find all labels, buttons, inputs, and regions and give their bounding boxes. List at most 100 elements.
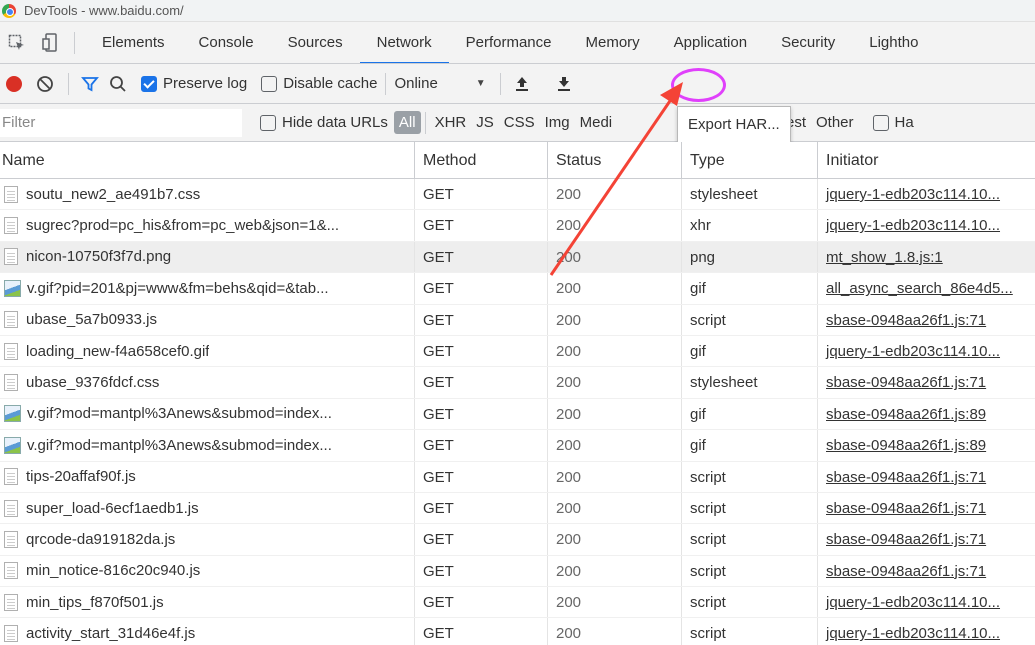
table-row[interactable]: activity_start_31d46e4f.js GET 200 script jq… (0, 618, 1035, 645)
tab-network[interactable]: Network (359, 22, 449, 63)
type-filter-all[interactable]: All (393, 111, 421, 134)
cell-status: 200 (548, 430, 682, 461)
filter-input[interactable]: Filter (0, 108, 242, 137)
cell-initiator[interactable]: sbase-0948aa26f1.js:71 (818, 305, 1035, 335)
request-name: tips-20affaf90f.js (26, 468, 136, 486)
cell-initiator[interactable]: sbase-0948aa26f1.js:71 (818, 524, 1035, 554)
file-icon (4, 530, 18, 548)
hide-data-urls-option[interactable]: Hide data URLs (260, 114, 388, 131)
cell-initiator[interactable]: jquery-1-edb203c114.10... (818, 179, 1035, 209)
table-row[interactable]: v.gif?pid=201&pj=www&fm=behs&qid=&tab...… (0, 273, 1035, 305)
type-filter-other[interactable]: Other (811, 114, 859, 131)
import-har-button[interactable] (509, 71, 535, 97)
tab-console[interactable]: Console (182, 22, 271, 63)
inspect-element-icon[interactable] (4, 30, 30, 56)
cell-initiator[interactable]: mt_show_1.8.js:1 (818, 242, 1035, 272)
type-filter-xhr[interactable]: XHR (430, 114, 472, 131)
column-header-type[interactable]: Type (682, 142, 818, 178)
cell-status: 200 (548, 367, 682, 398)
table-row[interactable]: nicon-10750f3f7d.png GET 200 png mt_show_1.8… (0, 241, 1035, 274)
cell-method: GET (415, 555, 548, 587)
table-row[interactable]: v.gif?mod=mantpl%3Anews&submod=index... G… (0, 398, 1035, 431)
cell-initiator[interactable]: jquery-1-edb203c114.10... (818, 587, 1035, 617)
toolbar-divider (68, 72, 69, 95)
table-row[interactable]: min_tips_f870f501.js GET 200 script jquery-1… (0, 587, 1035, 619)
cell-initiator[interactable]: sbase-0948aa26f1.js:71 (818, 367, 1035, 397)
cell-type: png (682, 241, 818, 273)
throttling-select[interactable]: Online ▼ (394, 75, 485, 92)
tab-performance[interactable]: Performance (449, 22, 569, 63)
column-header-method[interactable]: Method (415, 142, 548, 178)
file-icon (4, 499, 18, 517)
cell-status: 200 (548, 241, 682, 273)
network-toolbar: Preserve log Disable cache Online ▼ (0, 64, 1035, 104)
cell-name: sugrec?prod=pc_his&from=pc_web&json=1&..… (0, 210, 415, 241)
download-icon (557, 76, 570, 91)
cell-status: 200 (548, 618, 682, 645)
cell-initiator[interactable]: jquery-1-edb203c114.10... (818, 210, 1035, 240)
cell-status: 200 (548, 179, 682, 210)
window-title: DevTools - www.baidu.com/ (24, 3, 184, 18)
type-filter-img[interactable]: Img (540, 114, 575, 131)
type-filter-css[interactable]: CSS (499, 114, 540, 131)
cell-initiator[interactable]: all_async_search_86e4d5... (818, 273, 1035, 303)
cell-status: 200 (548, 587, 682, 618)
cell-method: GET (415, 587, 548, 618)
table-row[interactable]: min_notice-816c20c940.js GET 200 script sbas… (0, 555, 1035, 588)
tab-sources[interactable]: Sources (271, 22, 360, 63)
export-har-button[interactable] (551, 71, 577, 97)
table-row[interactable]: qrcode-da919182da.js GET 200 script sbase-09… (0, 524, 1035, 556)
tab-application[interactable]: Application (657, 22, 764, 63)
record-button[interactable] (6, 75, 22, 92)
column-header-initiator[interactable]: Initiator (818, 142, 1035, 178)
tab-security[interactable]: Security (764, 22, 852, 63)
table-row[interactable]: ubase_9376fdcf.css GET 200 stylesheet sbase-… (0, 367, 1035, 399)
table-row[interactable]: tips-20affaf90f.js GET 200 script sbase-0948… (0, 461, 1035, 493)
tab-memory[interactable]: Memory (569, 22, 657, 63)
tab-elements[interactable]: Elements (85, 22, 182, 63)
hide-data-urls-checkbox[interactable] (260, 114, 276, 131)
table-row[interactable]: soutu_new2_ae491b7.css GET 200 stylesheet jq… (0, 179, 1035, 211)
upload-icon (515, 76, 528, 91)
cell-method: GET (415, 398, 548, 430)
cell-initiator[interactable]: sbase-0948aa26f1.js:71 (818, 493, 1035, 523)
disable-cache-checkbox[interactable] (261, 75, 278, 92)
cell-type: xhr (682, 210, 818, 241)
type-filter-media[interactable]: Medi (575, 114, 641, 131)
cell-method: GET (415, 210, 548, 241)
cell-initiator[interactable]: jquery-1-edb203c114.10... (818, 336, 1035, 366)
cell-initiator[interactable]: jquery-1-edb203c114.10... (818, 618, 1035, 645)
cell-method: GET (415, 492, 548, 524)
device-toolbar-icon[interactable] (38, 30, 64, 56)
table-row[interactable]: v.gif?mod=mantpl%3Anews&submod=index... G… (0, 430, 1035, 462)
cell-name: tips-20affaf90f.js (0, 461, 415, 492)
has-blocked-cookies-checkbox[interactable] (872, 114, 889, 131)
column-header-status[interactable]: Status (548, 142, 682, 178)
request-name: qrcode-da919182da.js (26, 531, 176, 548)
cell-initiator[interactable]: sbase-0948aa26f1.js:71 (818, 462, 1035, 492)
column-header-name[interactable]: Name (0, 142, 415, 178)
cell-type: gif (682, 398, 818, 430)
filter-funnel-icon[interactable] (81, 75, 99, 93)
cell-type: script (682, 618, 818, 645)
search-icon[interactable] (109, 75, 127, 93)
table-row[interactable]: ubase_5a7b0933.js GET 200 script sbase-0948a… (0, 304, 1035, 336)
tab-lighthouse[interactable]: Lightho (852, 22, 935, 63)
preserve-log-checkbox[interactable] (141, 75, 157, 92)
cell-type: gif (682, 273, 818, 304)
request-name: v.gif?mod=mantpl%3Anews&submod=index... (27, 436, 332, 454)
request-name: soutu_new2_ae491b7.css (26, 185, 201, 203)
cell-initiator[interactable]: sbase-0948aa26f1.js:71 (818, 556, 1035, 586)
file-icon (4, 248, 18, 266)
clear-icon[interactable] (36, 75, 54, 93)
tabbar-divider (74, 31, 75, 54)
filter-bar: Filter Hide data URLs All XHR JS CSS Img… (0, 104, 1035, 142)
table-row[interactable]: sugrec?prod=pc_his&from=pc_web&json=1&..… (0, 210, 1035, 242)
type-filter-js[interactable]: JS (471, 114, 499, 131)
file-icon (4, 468, 18, 486)
table-row[interactable]: super_load-6ecf1aedb1.js GET 200 script sbas… (0, 492, 1035, 525)
cell-status: 200 (548, 273, 682, 304)
cell-initiator[interactable]: sbase-0948aa26f1.js:89 (818, 399, 1035, 429)
cell-initiator[interactable]: sbase-0948aa26f1.js:89 (818, 430, 1035, 460)
table-row[interactable]: loading_new-f4a658cef0.gif GET 200 gif jquer… (0, 335, 1035, 368)
